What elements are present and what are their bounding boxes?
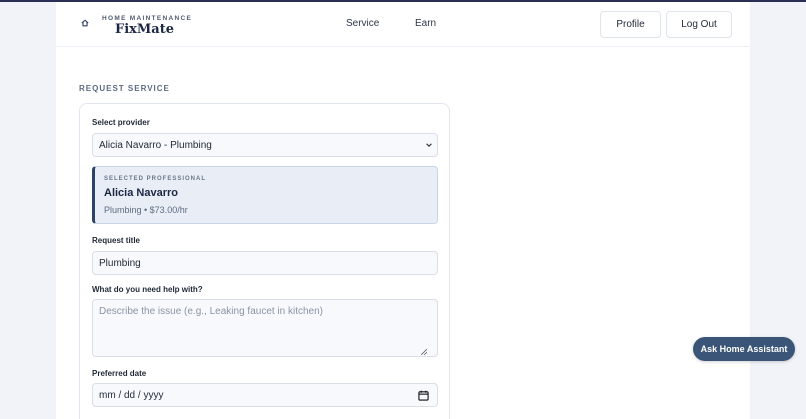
ask-assistant-button[interactable]: Ask Home Assistant (693, 337, 795, 361)
preferred-date-input[interactable]: mm / dd / yyyy (92, 383, 438, 407)
nav-service-link[interactable]: Service (346, 18, 379, 29)
date-label: Preferred date (92, 369, 147, 378)
profile-button[interactable]: Profile (600, 11, 661, 38)
calendar-icon[interactable] (418, 390, 429, 401)
request-title-input[interactable] (92, 251, 438, 275)
section-title: REQUEST SERVICE (79, 84, 170, 93)
resize-grip-icon[interactable] (421, 349, 427, 355)
nav-earn-link[interactable]: Earn (415, 18, 436, 29)
top-header: HOME MAINTENANCE FixMate Service Earn Pr… (56, 2, 750, 47)
provider-select-value: Alicia Navarro - Plumbing (99, 139, 212, 151)
selected-professional-card: SELECTED PROFESSIONAL Alicia Navarro Plu… (92, 166, 438, 224)
issue-description-textarea[interactable] (92, 299, 438, 357)
selected-professional-tag: SELECTED PROFESSIONAL (104, 176, 207, 182)
professional-rate: Plumbing • $73.00/hr (104, 205, 188, 215)
app-shell: HOME MAINTENANCE FixMate Service Earn Pr… (56, 2, 750, 419)
brand-name[interactable]: FixMate (115, 22, 174, 37)
date-placeholder: mm / dd / yyyy (99, 389, 164, 401)
house-icon (81, 19, 89, 27)
title-label: Request title (92, 236, 141, 245)
provider-label: Select provider (92, 118, 150, 127)
brand-tagline: HOME MAINTENANCE (102, 15, 193, 22)
provider-select[interactable]: Alicia Navarro - Plumbing (92, 133, 438, 157)
professional-name: Alicia Navarro (104, 187, 178, 199)
help-label: What do you need help with? (92, 285, 203, 294)
chevron-down-icon (426, 143, 432, 147)
logout-button[interactable]: Log Out (666, 11, 732, 38)
request-form-card: Select provider Alicia Navarro - Plumbin… (79, 103, 450, 419)
